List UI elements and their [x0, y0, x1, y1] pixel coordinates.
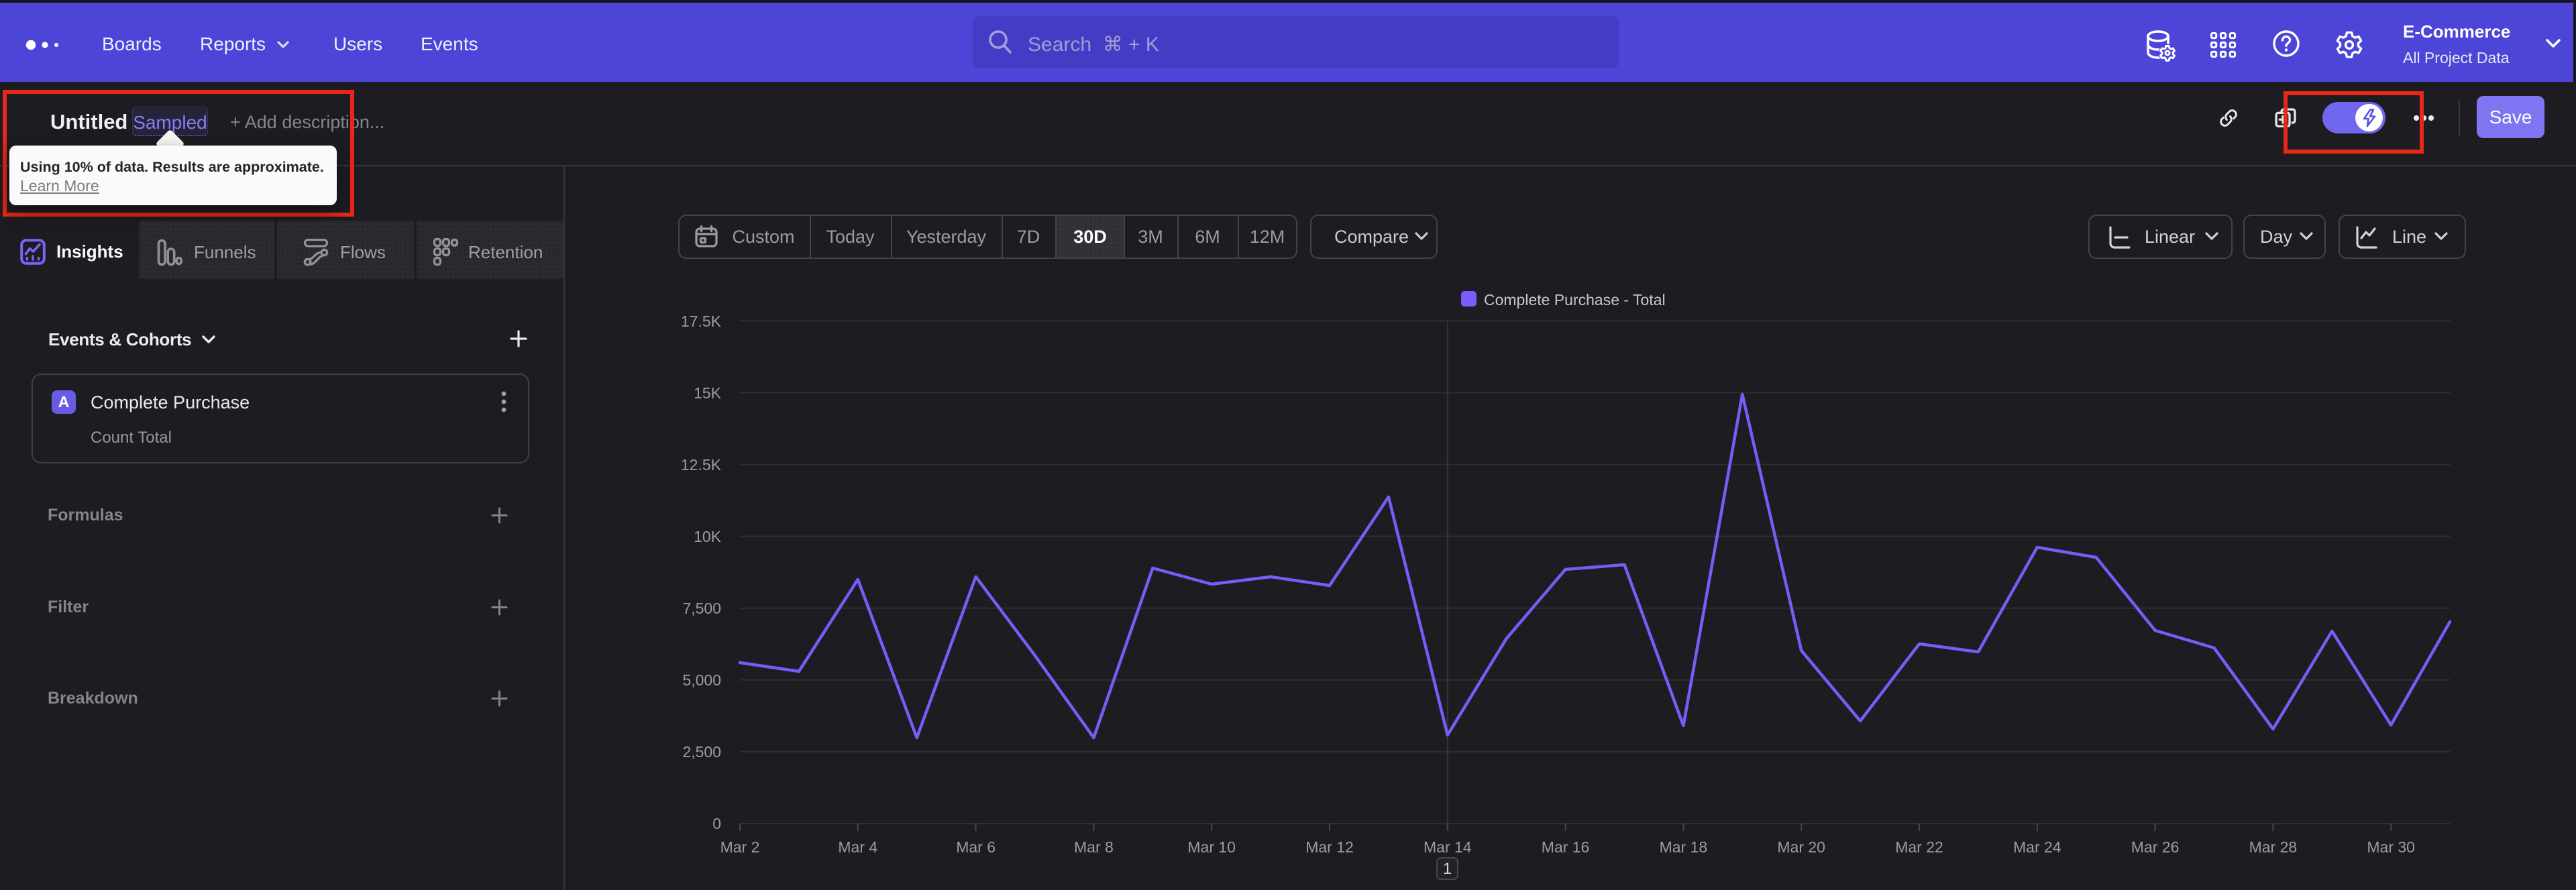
- svg-text:Mar 2: Mar 2: [720, 838, 760, 856]
- svg-text:7,500: 7,500: [682, 600, 721, 617]
- svg-text:Mar 14: Mar 14: [1424, 838, 1472, 856]
- svg-text:Mar 24: Mar 24: [2013, 838, 2061, 856]
- svg-text:Mar 22: Mar 22: [1895, 838, 1943, 856]
- svg-text:Mar 8: Mar 8: [1074, 838, 1114, 856]
- svg-text:Mar 16: Mar 16: [1542, 838, 1590, 856]
- svg-text:5,000: 5,000: [682, 671, 721, 689]
- svg-text:12.5K: 12.5K: [681, 456, 722, 474]
- svg-text:Mar 6: Mar 6: [956, 838, 996, 856]
- svg-text:Mar 26: Mar 26: [2131, 838, 2180, 856]
- svg-text:Mar 4: Mar 4: [838, 838, 877, 856]
- svg-text:Mar 12: Mar 12: [1305, 838, 1354, 856]
- svg-text:Mar 30: Mar 30: [2367, 838, 2415, 856]
- svg-text:Mar 10: Mar 10: [1187, 838, 1236, 856]
- svg-text:2,500: 2,500: [682, 743, 721, 761]
- svg-text:0: 0: [712, 815, 721, 832]
- svg-text:Mar 20: Mar 20: [1777, 838, 1825, 856]
- svg-text:Mar 18: Mar 18: [1660, 838, 1708, 856]
- svg-text:1: 1: [1443, 860, 1452, 878]
- svg-text:15K: 15K: [694, 384, 722, 402]
- svg-text:10K: 10K: [694, 528, 722, 545]
- svg-text:17.5K: 17.5K: [681, 313, 722, 330]
- svg-text:Mar 28: Mar 28: [2249, 838, 2298, 856]
